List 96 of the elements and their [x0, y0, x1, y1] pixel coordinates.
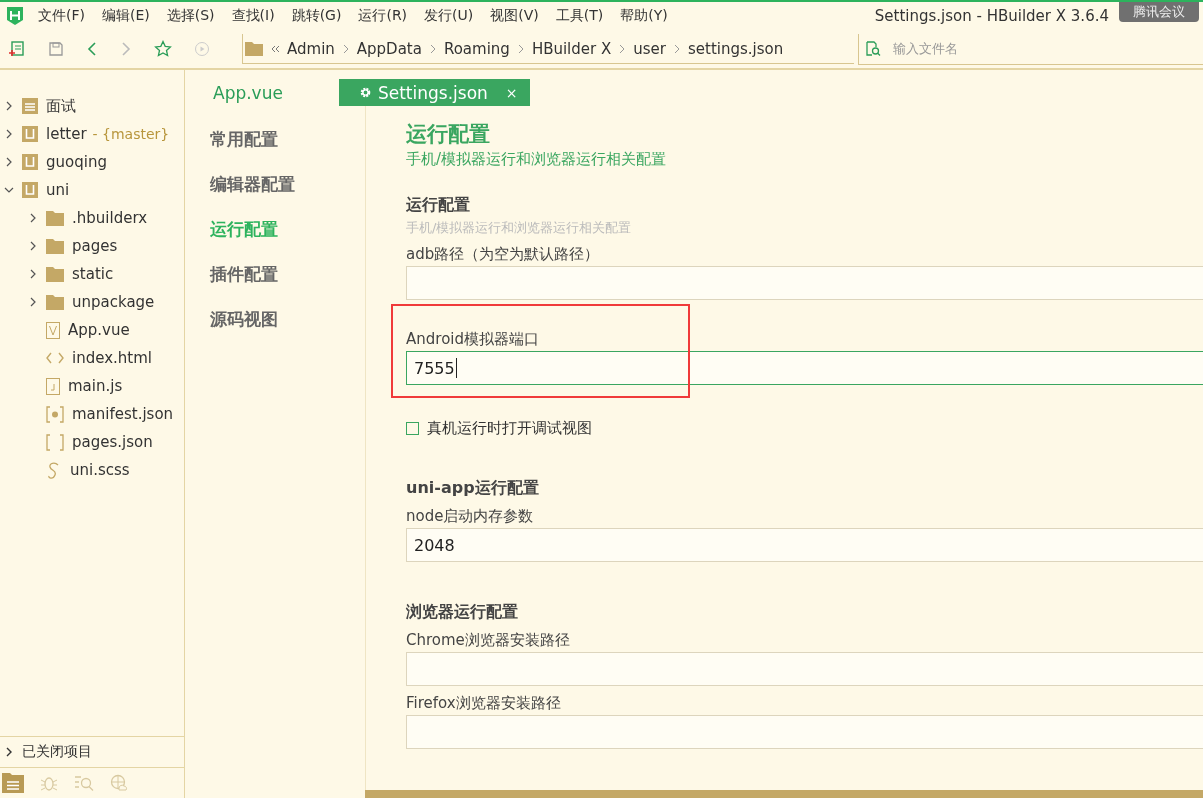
tree-item[interactable]: manifest.json	[72, 405, 174, 423]
checkbox-label: 真机运行时打开调试视图	[427, 419, 592, 438]
folder-icon	[245, 41, 263, 56]
settings-nav-item[interactable]: 编辑器配置	[210, 173, 365, 196]
folder-icon	[46, 210, 64, 226]
folder-icon	[46, 294, 64, 310]
section-title: uni-app运行配置	[406, 478, 540, 499]
input-field[interactable]: 7555	[406, 351, 1203, 385]
tree-item[interactable]: pages	[72, 237, 118, 255]
breadcrumb-item[interactable]: HBuilder X	[531, 39, 612, 58]
expand-chevron-icon[interactable]	[28, 297, 38, 307]
tree-item[interactable]: uni.scss	[70, 461, 130, 479]
settings-nav-item[interactable]: 常用配置	[210, 128, 365, 151]
folder-icon	[46, 238, 64, 254]
project-tab-icon[interactable]	[2, 773, 24, 793]
code-icon	[46, 352, 64, 364]
expand-chevron-icon[interactable]	[4, 157, 14, 167]
tree-item[interactable]: main.js	[68, 377, 123, 395]
menu-item[interactable]: 发行(U)	[424, 7, 474, 25]
save-icon[interactable]	[48, 41, 64, 57]
settings-nav-item[interactable]: 源码视图	[210, 308, 365, 331]
window-title: Settings.json - HBuilder X 3.6.4	[874, 7, 1109, 25]
section-title: 运行配置	[406, 195, 471, 216]
tree-item[interactable]: pages.json	[72, 433, 153, 451]
chevron-icon	[341, 43, 350, 54]
tree-item[interactable]: 面试	[46, 96, 76, 116]
breadcrumb-item[interactable]: Admin	[287, 39, 335, 58]
menu-item[interactable]: 工具(T)	[555, 7, 604, 25]
tree-item[interactable]: App.vue	[68, 321, 130, 339]
chevron-icon	[618, 43, 627, 54]
menu-item[interactable]: 选择(S)	[166, 7, 215, 25]
field-label: Android模拟器端口	[406, 330, 540, 349]
manifest-file-icon	[46, 405, 64, 423]
file-search-icon	[865, 40, 881, 57]
meeting-bar[interactable]: 腾讯会议	[1119, 2, 1199, 22]
closed-projects-label[interactable]: 已关闭项目	[22, 743, 92, 761]
tree-item[interactable]: index.html	[72, 349, 152, 367]
tree-item[interactable]: .hbuilderx	[72, 209, 148, 227]
field-label: adb路径（为空为默认路径）	[406, 245, 601, 264]
branch-label: - {master}	[92, 126, 170, 142]
menu-item[interactable]: 运行(R)	[358, 7, 408, 25]
tree-item[interactable]: uni	[46, 181, 70, 199]
settings-nav-item[interactable]: 插件配置	[210, 263, 365, 286]
expand-chevron-icon[interactable]	[4, 101, 14, 111]
input-field[interactable]: 2048	[406, 528, 1203, 562]
checkbox[interactable]	[406, 422, 419, 435]
expand-chevron-icon[interactable]	[28, 269, 38, 279]
field-label: Chrome浏览器安装路径	[406, 631, 571, 650]
vue-file-icon	[46, 321, 60, 339]
menu-item[interactable]: 视图(V)	[490, 7, 539, 25]
menu-item[interactable]: 跳转(G)	[291, 7, 342, 25]
tree-item[interactable]: letter	[46, 125, 87, 143]
project-icon	[22, 182, 38, 198]
brackets-icon	[46, 433, 64, 451]
tree-item[interactable]: guoqing	[46, 153, 107, 171]
input-field[interactable]	[406, 652, 1203, 686]
forward-icon[interactable]	[120, 41, 132, 57]
input-field[interactable]	[406, 266, 1203, 300]
expand-chevron-icon[interactable]	[28, 213, 38, 223]
chevron-icon	[672, 43, 681, 54]
app-logo-icon	[6, 6, 24, 26]
back-icon[interactable]	[86, 41, 98, 57]
breadcrumb-item[interactable]: settings.json	[687, 39, 784, 58]
folder-icon	[46, 266, 64, 282]
chevron-icon	[428, 43, 437, 54]
chevron-icon	[516, 43, 525, 54]
project-icon	[22, 126, 38, 142]
tree-item[interactable]: static	[72, 265, 114, 283]
page-subtitle: 手机/模拟器运行和浏览器运行相关配置	[406, 150, 668, 169]
gear-icon	[358, 86, 372, 99]
project-icon	[22, 154, 38, 170]
breadcrumb-item[interactable]: AppData	[356, 39, 422, 58]
input-field[interactable]	[406, 715, 1203, 749]
section-subtitle: 手机/模拟器运行和浏览器运行相关配置	[406, 219, 633, 237]
menu-item[interactable]: 查找(I)	[231, 7, 275, 25]
section-title: 浏览器运行配置	[406, 602, 519, 623]
menu-item[interactable]: 编辑(E)	[102, 7, 150, 25]
expand-chevron-icon[interactable]	[28, 241, 38, 251]
collapse-chevron-icon[interactable]	[4, 185, 14, 195]
star-icon[interactable]	[154, 40, 172, 58]
folder-project-icon	[22, 98, 38, 114]
scrollbar[interactable]	[365, 790, 1203, 798]
file-search-field[interactable]: 输入文件名	[891, 40, 1095, 57]
field-label: node启动内存参数	[406, 507, 535, 526]
expand-chevron-icon[interactable]	[4, 747, 14, 757]
menu-item[interactable]: 文件(F)	[38, 7, 85, 25]
menu-item[interactable]: 帮助(Y)	[620, 7, 668, 25]
new-file-icon[interactable]	[8, 40, 26, 58]
breadcrumb-item[interactable]: Roaming	[443, 39, 510, 58]
js-file-icon	[46, 377, 60, 395]
field-label: Firefox浏览器安装路径	[406, 694, 562, 713]
tree-item[interactable]: unpackage	[72, 293, 155, 311]
page-title: 运行配置	[406, 121, 491, 148]
double-chevron-icon[interactable]	[270, 43, 280, 54]
expand-chevron-icon[interactable]	[4, 129, 14, 139]
breadcrumb-item[interactable]: user	[633, 39, 666, 58]
